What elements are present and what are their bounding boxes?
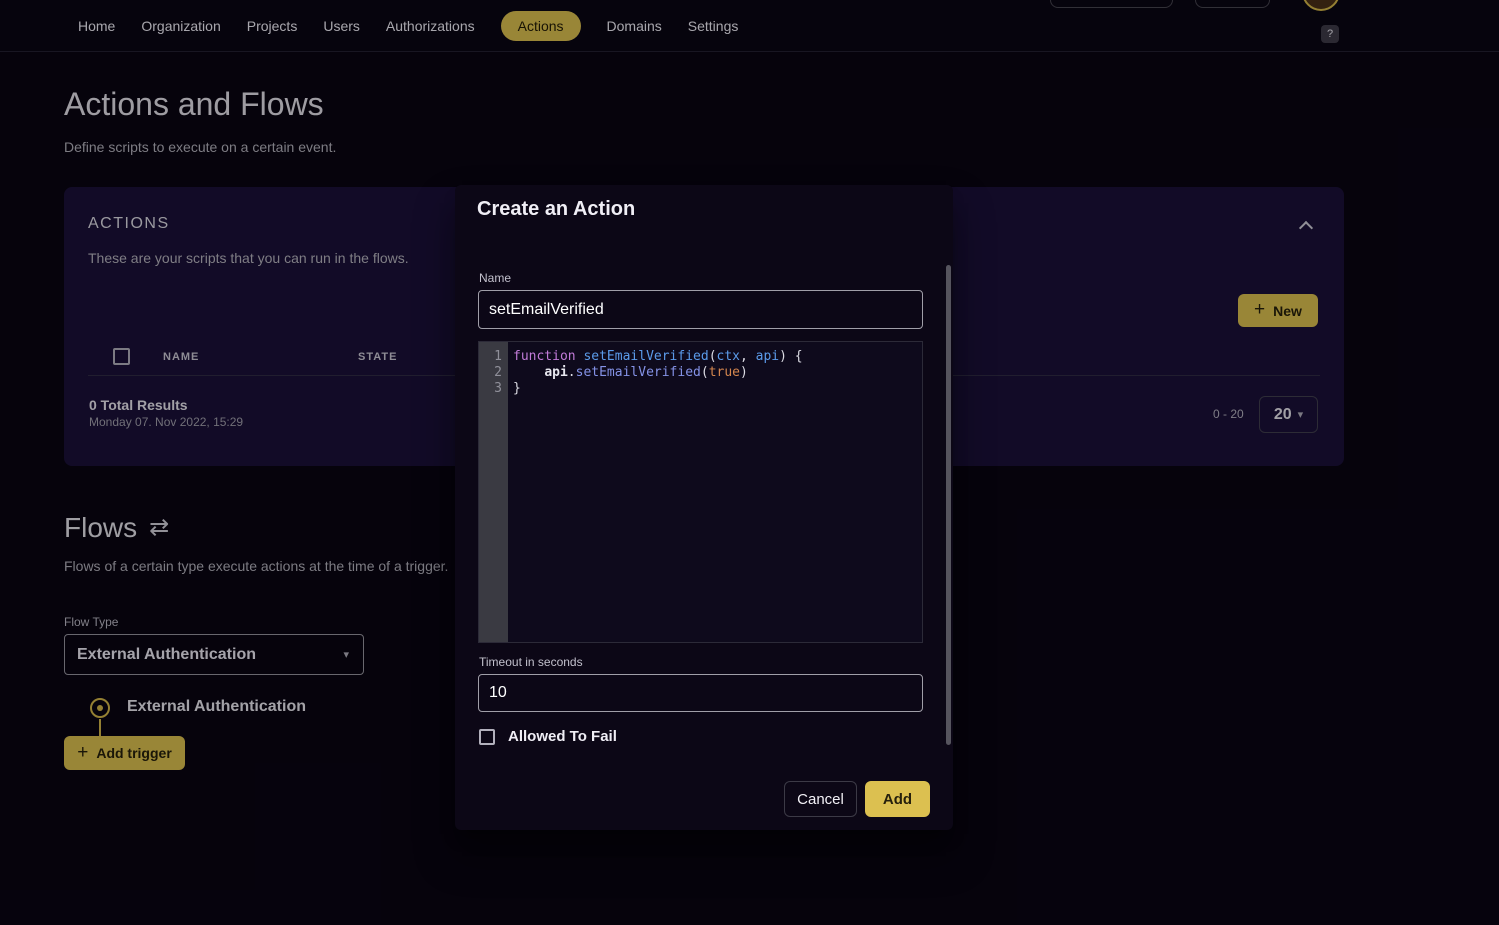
timeout-input[interactable] <box>478 674 923 712</box>
code-editor[interactable]: 123 function setEmailVerified(ctx, api) … <box>478 341 923 643</box>
dialog-title: Create an Action <box>477 198 635 221</box>
allowed-to-fail-label: Allowed To Fail <box>508 728 617 745</box>
code-lines[interactable]: function setEmailVerified(ctx, api) { ap… <box>508 342 922 642</box>
cancel-button[interactable]: Cancel <box>784 781 857 817</box>
modal-scrollbar-thumb[interactable] <box>946 265 951 745</box>
name-label: Name <box>479 271 511 285</box>
allowed-to-fail-checkbox[interactable] <box>479 729 495 745</box>
name-input[interactable] <box>478 290 923 329</box>
create-action-dialog: Create an Action Name 123 function setEm… <box>455 185 953 830</box>
timeout-label: Timeout in seconds <box>479 655 583 669</box>
add-button[interactable]: Add <box>865 781 930 817</box>
editor-gutter: 123 <box>479 342 508 642</box>
allowed-to-fail-row: Allowed To Fail <box>479 728 617 745</box>
